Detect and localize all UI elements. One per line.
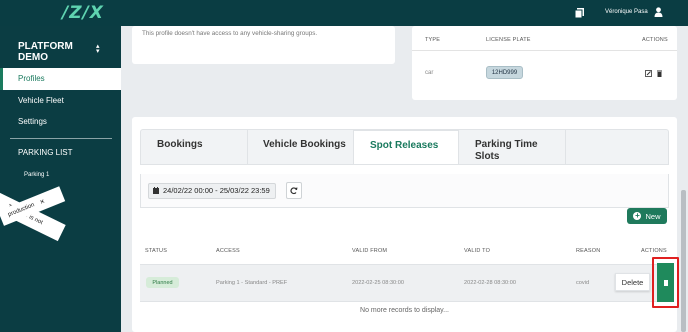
calendar-icon bbox=[153, 187, 159, 194]
sidebar-item-settings[interactable]: Settings bbox=[0, 111, 121, 133]
tab-spot-releases[interactable]: Spot Releases bbox=[353, 130, 459, 164]
tab-parking-time-slots[interactable]: Parking Time Slots bbox=[459, 130, 565, 164]
license-plate-badge: 12HD999 bbox=[486, 66, 523, 79]
org-switcher[interactable]: PLATFORM DEMO bbox=[18, 41, 93, 63]
col-type-header: TYPE bbox=[425, 37, 441, 43]
vehicle-type: car bbox=[425, 70, 434, 76]
col-reason-header: REASON bbox=[576, 248, 601, 254]
tab-label: Spot Releases bbox=[370, 140, 439, 151]
valid-to-cell: 2022-02-28 08:30:00 bbox=[464, 280, 516, 286]
status-badge: Planned bbox=[146, 277, 179, 288]
refresh-button[interactable] bbox=[286, 182, 302, 199]
warning-icon: ✕ bbox=[39, 198, 46, 206]
tab-separator bbox=[565, 130, 566, 164]
sidebar-item-parking-1[interactable]: Parking 1 bbox=[24, 172, 49, 178]
chevron-updown-icon[interactable]: ▴ ▾ bbox=[96, 43, 100, 55]
empty-message: No more records to display... bbox=[360, 307, 449, 314]
sidebar-item-vehicle-fleet[interactable]: Vehicle Fleet bbox=[0, 90, 121, 112]
documents-icon[interactable] bbox=[575, 8, 584, 18]
col-access-header: ACCESS bbox=[216, 248, 240, 254]
org-name: PLATFORM DEMO bbox=[18, 41, 73, 63]
parking-list-heading: PARKING LIST bbox=[18, 148, 73, 157]
valid-from-cell: 2022-02-25 08:30:00 bbox=[352, 280, 404, 286]
new-button[interactable]: + New bbox=[627, 208, 667, 224]
col-status-header: STATUS bbox=[145, 248, 168, 254]
trash-icon bbox=[663, 279, 668, 286]
col-actions-header: ACTIONS bbox=[641, 248, 667, 254]
edit-icon[interactable] bbox=[645, 70, 652, 77]
access-cell: Parking 1 - Standard - PREF bbox=[216, 280, 288, 286]
sidebar-item-label: Profiles bbox=[18, 74, 45, 83]
col-actions-header: ACTIONS bbox=[642, 37, 668, 43]
refresh-icon bbox=[290, 186, 298, 194]
col-valid-to-header: VALID TO bbox=[464, 248, 491, 254]
main-card: Bookings Vehicle Bookings Spot Releases … bbox=[132, 117, 679, 332]
row-divider bbox=[140, 301, 669, 302]
sidebar-item-profiles[interactable]: Profiles bbox=[0, 68, 121, 90]
filter-bar: 24/02/22 00:00 - 25/03/22 23:59 bbox=[140, 174, 669, 208]
col-plate-header: LICENSE PLATE bbox=[486, 37, 531, 43]
tab-bar: Bookings Vehicle Bookings Spot Releases … bbox=[140, 129, 669, 165]
sharing-groups-card: This profile doesn't have access to any … bbox=[132, 26, 395, 64]
top-bar: /Z/X Véronique Pasa bbox=[0, 0, 688, 26]
date-range-picker[interactable]: 24/02/22 00:00 - 25/03/22 23:59 bbox=[148, 183, 276, 199]
tab-label: Parking Time Slots bbox=[475, 139, 538, 162]
tab-vehicle-bookings[interactable]: Vehicle Bookings bbox=[247, 130, 353, 164]
new-button-label: New bbox=[645, 211, 661, 221]
sidebar: PLATFORM DEMO ▴ ▾ Profiles Vehicle Fleet … bbox=[0, 26, 121, 332]
delete-button[interactable] bbox=[657, 263, 674, 302]
sidebar-divider bbox=[10, 138, 112, 139]
user-name[interactable]: Véronique Pasa bbox=[605, 9, 648, 15]
col-valid-from-header: VALID FROM bbox=[352, 248, 388, 254]
divider bbox=[412, 50, 677, 51]
sidebar-item-label: Vehicle Fleet bbox=[18, 96, 64, 105]
tab-label: Bookings bbox=[157, 139, 203, 150]
date-range-value: 24/02/22 00:00 - 25/03/22 23:59 bbox=[163, 186, 270, 195]
reason-cell: covid bbox=[576, 280, 590, 286]
delete-tooltip[interactable]: Delete bbox=[615, 273, 650, 291]
vehicles-card: TYPE LICENSE PLATE ACTIONS car 12HD999 bbox=[412, 26, 677, 100]
table-row[interactable]: Planned Parking 1 - Standard - PREF 2022… bbox=[140, 265, 669, 301]
user-icon[interactable] bbox=[654, 7, 663, 17]
plus-icon: + bbox=[633, 211, 642, 220]
no-access-text: This profile doesn't have access to any … bbox=[142, 30, 318, 37]
tab-label: Vehicle Bookings bbox=[263, 139, 346, 150]
delete-button-highlight[interactable] bbox=[652, 257, 679, 308]
app-logo[interactable]: /Z/X bbox=[62, 3, 104, 23]
sidebar-item-label: Settings bbox=[18, 117, 47, 126]
trash-icon[interactable] bbox=[656, 70, 663, 77]
tab-bookings[interactable]: Bookings bbox=[141, 130, 247, 164]
page-scrollbar[interactable] bbox=[681, 190, 686, 332]
